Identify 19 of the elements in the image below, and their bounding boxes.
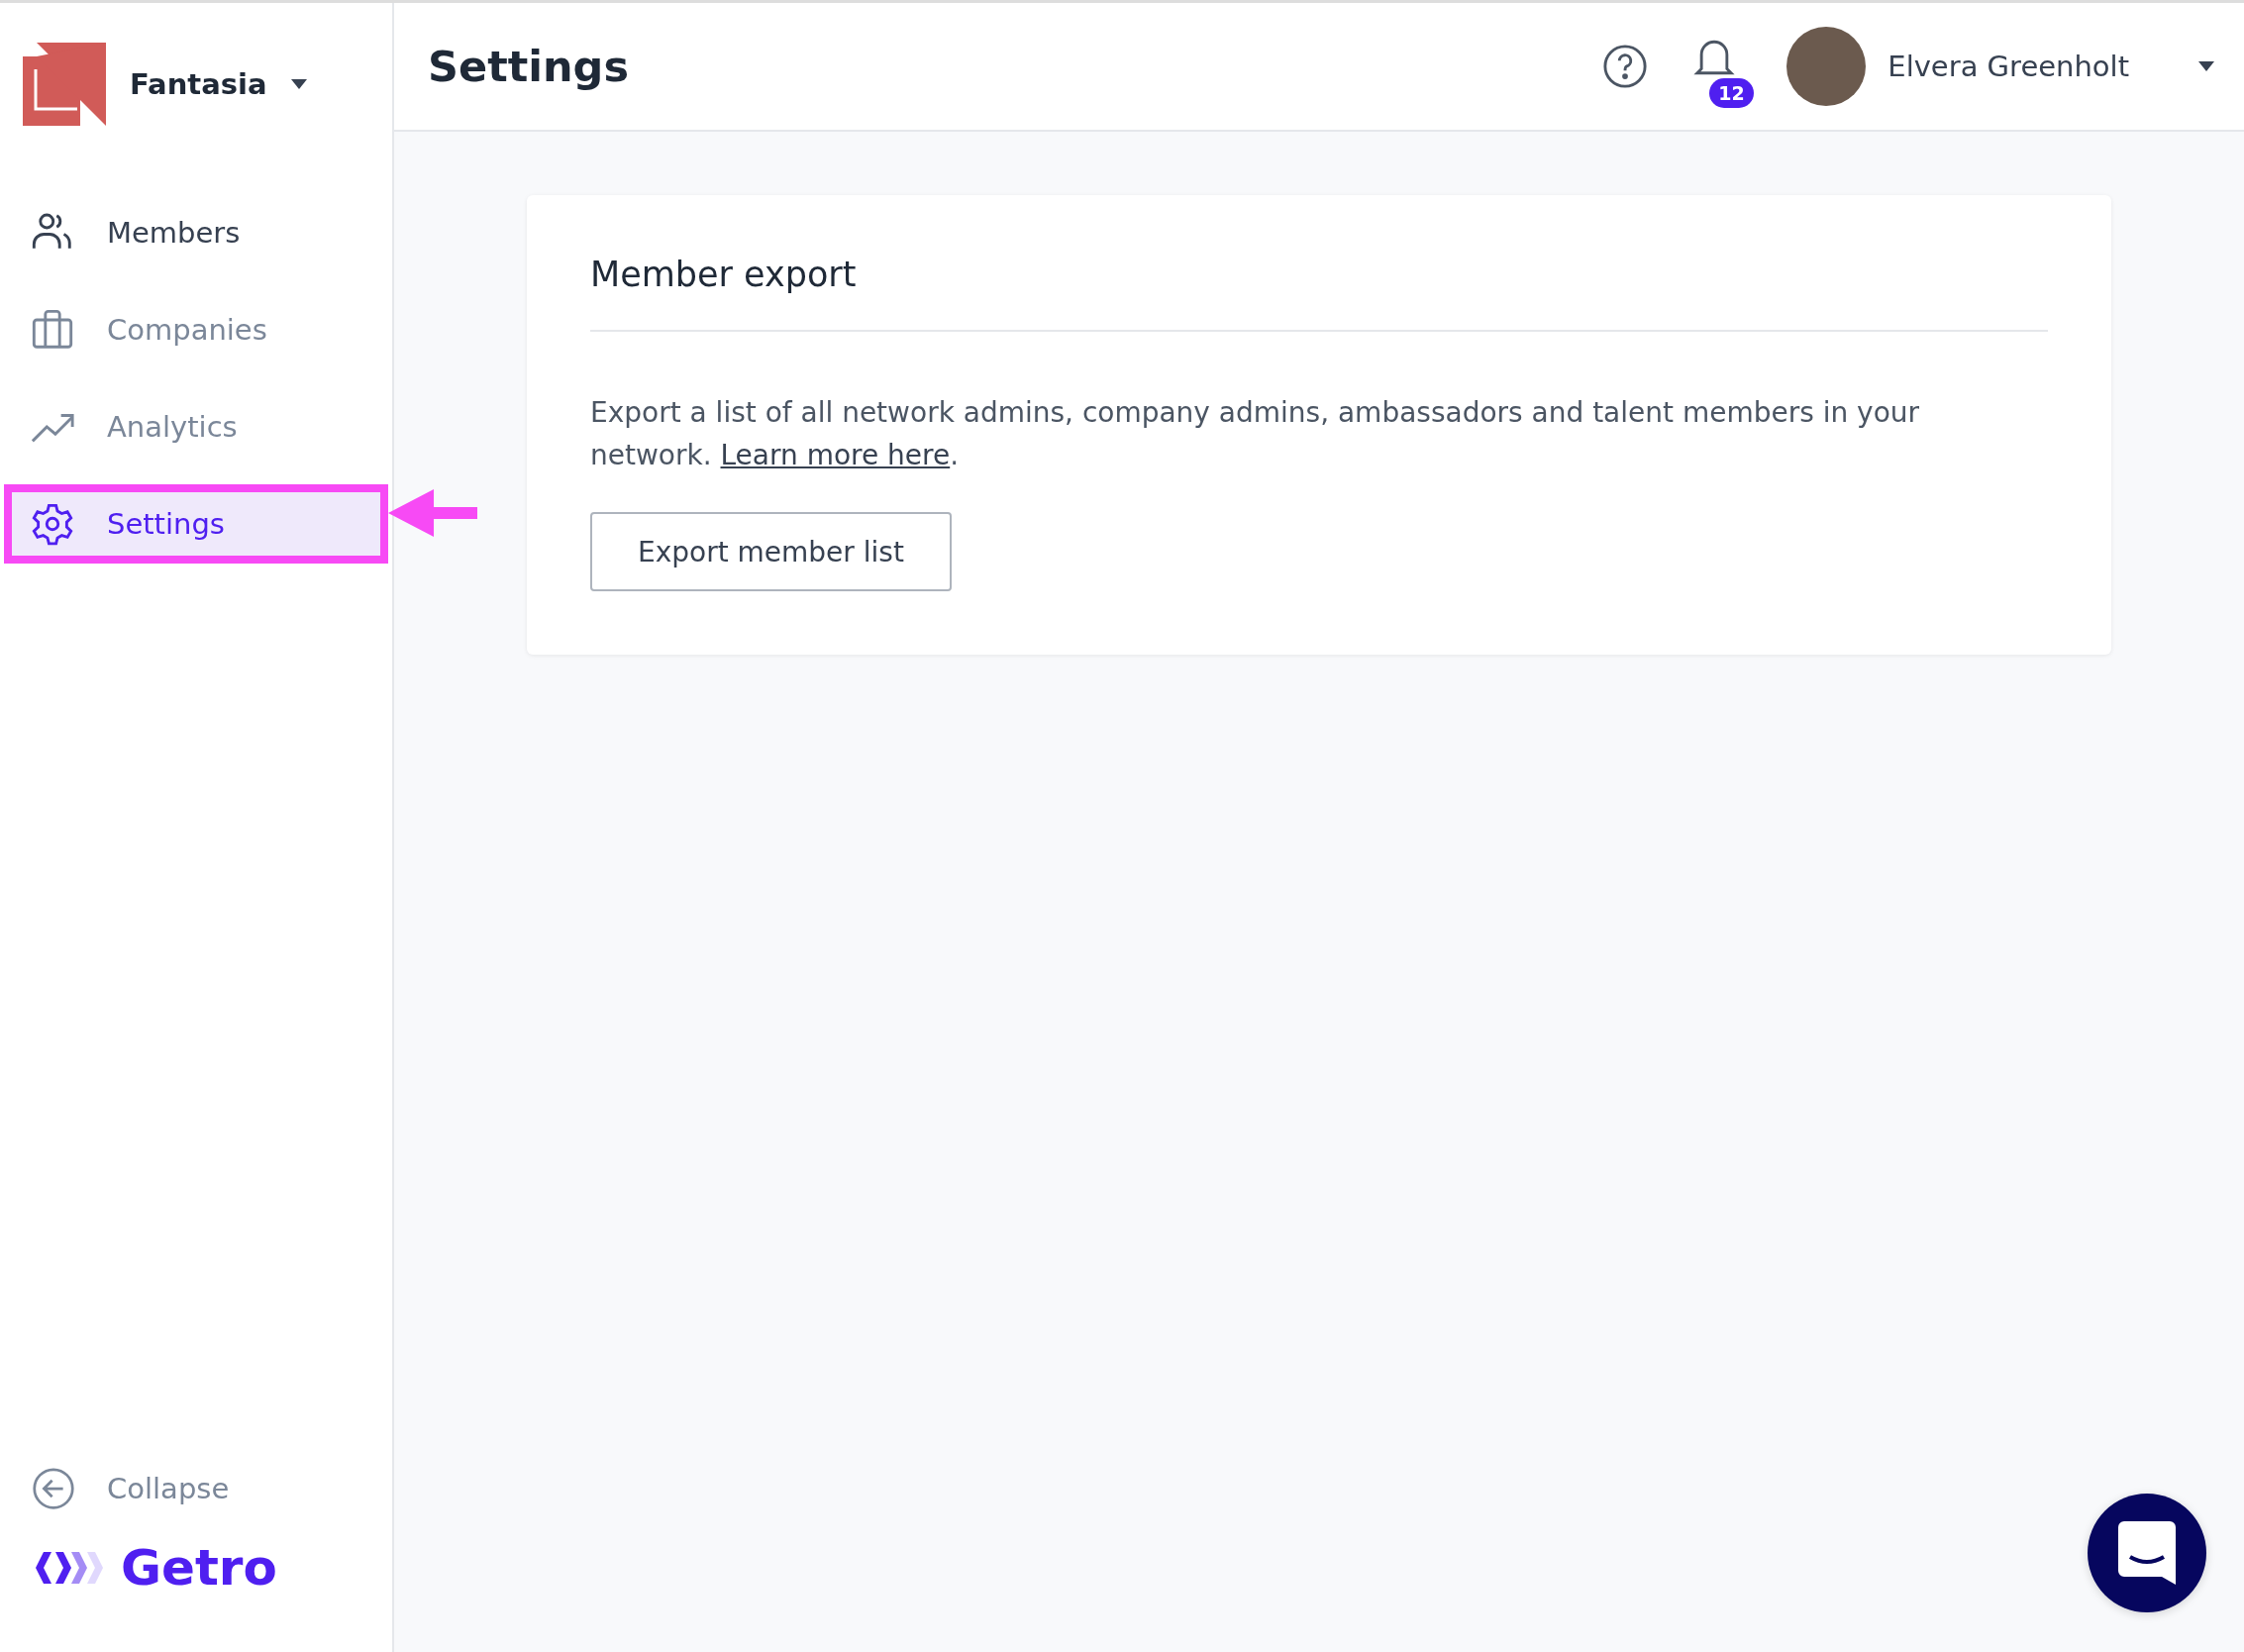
- help-icon[interactable]: [1602, 44, 1649, 89]
- learn-more-link[interactable]: Learn more here: [720, 439, 951, 471]
- brand-name: Getro: [121, 1539, 277, 1597]
- logo-icon: [23, 43, 106, 126]
- settings-icon: [30, 501, 75, 547]
- notification-count: 12: [1709, 78, 1754, 108]
- chat-icon: [2118, 1521, 2176, 1585]
- export-button[interactable]: Export member list: [590, 512, 952, 591]
- workspace-name[interactable]: Fantasia: [130, 67, 267, 101]
- card-description: Export a list of all network admins, company admins, ambassadors and talent members in your network. Learn more here.: [590, 395, 1921, 473]
- collapse-button[interactable]: Collapse: [8, 1466, 384, 1511]
- user-name[interactable]: Elvera Greenholt: [1887, 50, 2129, 83]
- nav-item[interactable]: Analytics: [8, 391, 384, 463]
- nav-item[interactable]: Members: [8, 197, 384, 268]
- page-title: Settings: [428, 42, 630, 91]
- nav-item[interactable]: Companies: [8, 294, 384, 365]
- caret-icon[interactable]: [290, 79, 307, 89]
- card-title: Member export: [590, 255, 2048, 332]
- caret-icon[interactable]: [2198, 61, 2214, 71]
